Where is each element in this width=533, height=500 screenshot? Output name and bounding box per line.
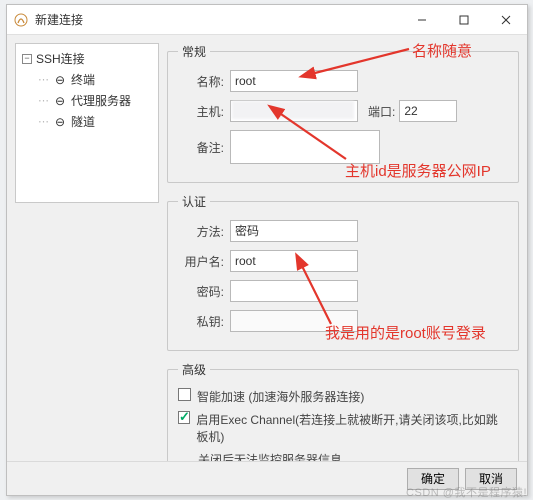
accel-checkbox[interactable] <box>178 388 191 401</box>
circle-minus-icon: ⊖ <box>53 73 67 87</box>
privatekey-input <box>230 310 358 332</box>
connection-type-tree: − SSH连接 ⋯ ⊖ 终端 ⋯ ⊖ 代理服务器 ⋯ ⊖ 隧道 <box>15 43 159 203</box>
minimize-button[interactable] <box>401 5 443 34</box>
collapse-icon[interactable]: − <box>22 54 32 64</box>
tree-node-tunnel[interactable]: ⋯ ⊖ 隧道 <box>20 111 154 132</box>
section-advanced-legend: 高级 <box>178 361 210 378</box>
tree-line: ⋯ <box>38 73 47 86</box>
tree-root-label: SSH连接 <box>36 50 85 67</box>
tree-node-proxy[interactable]: ⋯ ⊖ 代理服务器 <box>20 90 154 111</box>
titlebar: 新建连接 <box>7 5 527 35</box>
window-controls <box>401 5 527 34</box>
host-label: 主机: <box>178 103 224 120</box>
form-area: 常规 名称: 主机: 端口: 备注: 认证 <box>167 35 527 461</box>
section-advanced: 高级 智能加速 (加速海外服务器连接) 启用Exec Channel(若连接上就… <box>167 361 519 461</box>
username-label: 用户名: <box>178 253 224 270</box>
section-general: 常规 名称: 主机: 端口: 备注: <box>167 43 519 183</box>
accel-label: 智能加速 (加速海外服务器连接) <box>197 388 364 405</box>
tree-item-label: 隧道 <box>71 113 95 130</box>
tree-item-label: 终端 <box>71 71 95 88</box>
exec-label: 启用Exec Channel(若连接上就被断开,请关闭该项,比如跳板机) <box>196 411 508 445</box>
tree-node-terminal[interactable]: ⋯ ⊖ 终端 <box>20 69 154 90</box>
section-auth-legend: 认证 <box>178 193 210 210</box>
host-redaction <box>232 101 354 119</box>
password-label: 密码: <box>178 283 224 300</box>
name-input[interactable] <box>230 70 358 92</box>
username-input[interactable] <box>230 250 358 272</box>
circle-minus-icon: ⊖ <box>53 115 67 129</box>
password-input[interactable] <box>230 280 358 302</box>
note-input[interactable] <box>230 130 380 164</box>
section-auth: 认证 方法: 密码 用户名: 密码: 私钥: <box>167 193 519 351</box>
window-title: 新建连接 <box>35 11 401 28</box>
tree-item-label: 代理服务器 <box>71 92 131 109</box>
dialog-window: 新建连接 − SSH连接 ⋯ ⊖ 终端 ⋯ ⊖ <box>6 4 528 496</box>
tree-line: ⋯ <box>38 115 47 128</box>
maximize-button[interactable] <box>443 5 485 34</box>
port-label: 端口: <box>368 103 395 120</box>
tree-node-root[interactable]: − SSH连接 <box>20 48 154 69</box>
close-button[interactable] <box>485 5 527 34</box>
method-select[interactable]: 密码 <box>230 220 358 242</box>
port-input[interactable] <box>399 100 457 122</box>
section-general-legend: 常规 <box>178 43 210 60</box>
circle-minus-icon: ⊖ <box>53 94 67 108</box>
app-icon <box>13 12 29 28</box>
tree-line: ⋯ <box>38 94 47 107</box>
note-label: 备注: <box>178 139 224 156</box>
exec-sublabel: 关闭后无法监控服务器信息 <box>198 451 508 461</box>
watermark: CSDN @我不是程序猿! <box>406 484 527 500</box>
name-label: 名称: <box>178 73 224 90</box>
exec-checkbox[interactable] <box>178 411 190 424</box>
privatekey-label: 私钥: <box>178 313 224 330</box>
sidebar: − SSH连接 ⋯ ⊖ 终端 ⋯ ⊖ 代理服务器 ⋯ ⊖ 隧道 <box>7 35 167 461</box>
method-label: 方法: <box>178 223 224 240</box>
